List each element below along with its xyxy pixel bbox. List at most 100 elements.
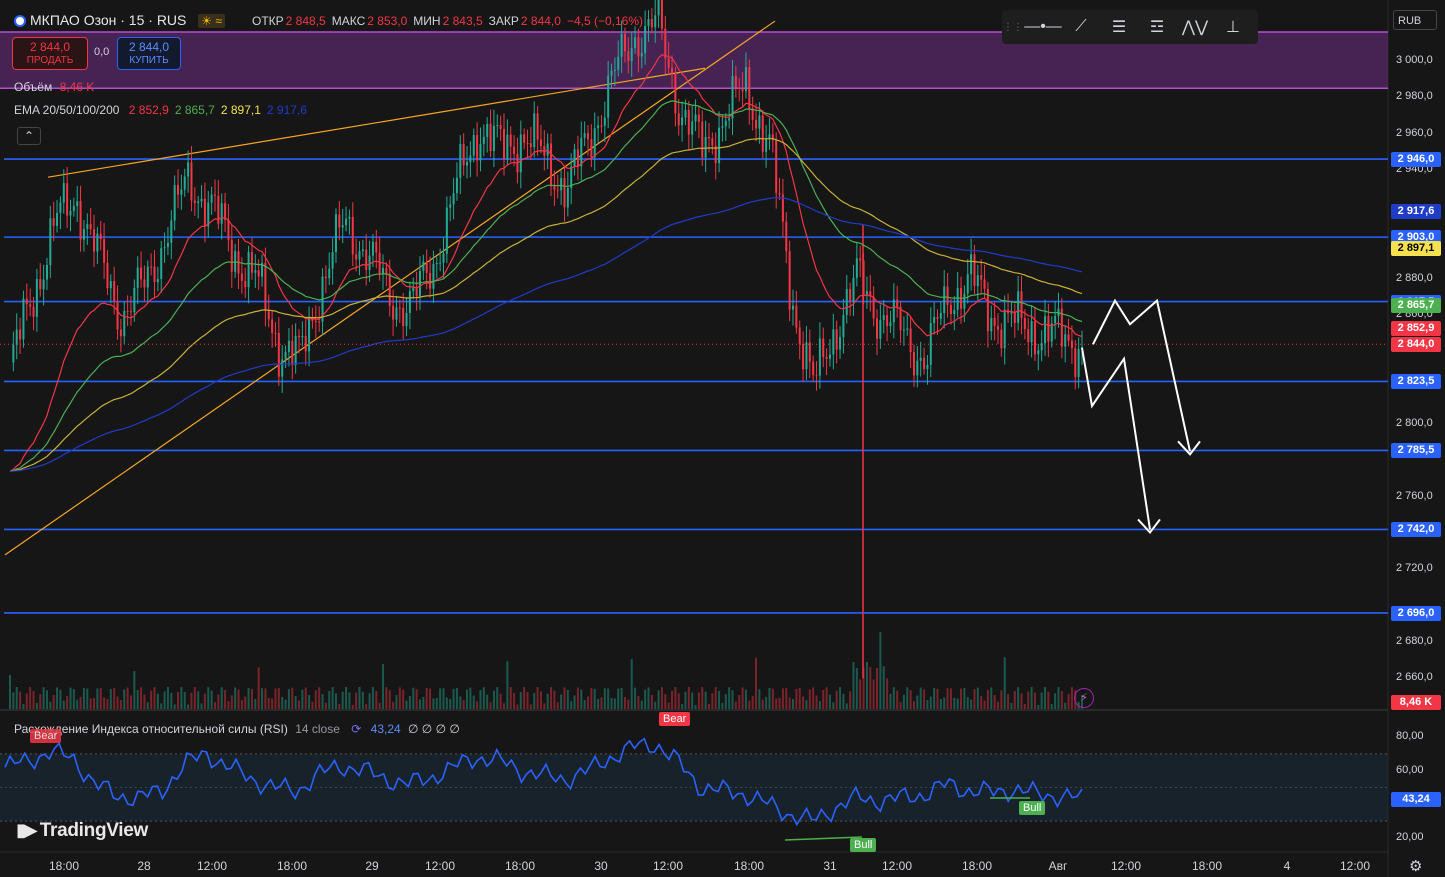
- candle-body[interactable]: [839, 337, 842, 350]
- candle-body[interactable]: [741, 87, 744, 92]
- candle-body[interactable]: [560, 178, 563, 191]
- candle-body[interactable]: [758, 115, 761, 129]
- candle-body[interactable]: [1037, 350, 1040, 355]
- candle-body[interactable]: [502, 129, 506, 160]
- pattern-icon[interactable]: ⋀⋁: [1176, 12, 1214, 42]
- rsi-legend[interactable]: Расхождение Индекса относительной силы (…: [14, 722, 460, 736]
- candle-body[interactable]: [842, 314, 845, 338]
- candle-body[interactable]: [150, 266, 153, 268]
- candle-body[interactable]: [660, 0, 663, 29]
- candle-body[interactable]: [617, 56, 620, 70]
- candle-body[interactable]: [556, 189, 559, 191]
- price-badge[interactable]: 2 897,1: [1391, 240, 1441, 256]
- tradingview-logo[interactable]: ▮▶ TradingView: [16, 820, 148, 842]
- candle-body[interactable]: [177, 185, 180, 195]
- candle-body[interactable]: [761, 115, 764, 152]
- candle-body[interactable]: [909, 328, 912, 353]
- candle-body[interactable]: [650, 19, 653, 28]
- candle-body[interactable]: [674, 73, 677, 114]
- candle-body[interactable]: [845, 289, 848, 315]
- candle-body[interactable]: [707, 136, 710, 139]
- candle-body[interactable]: [872, 296, 875, 319]
- candle-body[interactable]: [798, 327, 801, 344]
- candle-body[interactable]: [832, 329, 835, 355]
- candle-body[interactable]: [301, 335, 304, 338]
- candle-body[interactable]: [39, 279, 42, 290]
- candle-body[interactable]: [351, 216, 354, 255]
- candle-body[interactable]: [415, 287, 418, 296]
- candle-body[interactable]: [990, 317, 993, 332]
- candle-body[interactable]: [822, 338, 825, 357]
- candle-body[interactable]: [264, 262, 267, 311]
- rsi-value-badge[interactable]: 43,24: [1391, 791, 1441, 807]
- trend-line-icon[interactable]: ⟋: [1062, 12, 1100, 42]
- candle-body[interactable]: [402, 307, 405, 327]
- candle-body[interactable]: [166, 242, 169, 248]
- candle-body[interactable]: [701, 121, 704, 158]
- candle-body[interactable]: [563, 178, 566, 208]
- candle-body[interactable]: [472, 135, 475, 156]
- candle-body[interactable]: [963, 293, 966, 309]
- candle-body[interactable]: [721, 126, 724, 128]
- candle-body[interactable]: [550, 143, 553, 187]
- candle-body[interactable]: [287, 340, 290, 353]
- candle-body[interactable]: [929, 323, 932, 365]
- candle-body[interactable]: [304, 335, 307, 352]
- candle-body[interactable]: [580, 137, 583, 167]
- candle-body[interactable]: [855, 258, 858, 278]
- candle-body[interactable]: [1044, 316, 1047, 344]
- candle-body[interactable]: [361, 249, 364, 252]
- candle-body[interactable]: [597, 125, 600, 129]
- candle-body[interactable]: [22, 298, 25, 340]
- candle-body[interactable]: [324, 276, 327, 279]
- candle-body[interactable]: [227, 219, 230, 240]
- candle-body[interactable]: [788, 251, 791, 310]
- horizontal-line-icon[interactable]: —•—: [1024, 12, 1062, 42]
- candle-body[interactable]: [429, 272, 432, 289]
- candle-body[interactable]: [671, 67, 674, 74]
- candle-body[interactable]: [1023, 317, 1026, 330]
- candle-body[interactable]: [1000, 329, 1003, 349]
- candle-body[interactable]: [405, 312, 408, 327]
- candle-body[interactable]: [859, 258, 862, 261]
- candle-body[interactable]: [802, 343, 805, 370]
- candle-body[interactable]: [331, 252, 334, 269]
- candle-body[interactable]: [197, 201, 200, 203]
- candle-body[interactable]: [297, 335, 301, 338]
- candle-body[interactable]: [445, 207, 448, 254]
- candle-body[interactable]: [230, 239, 233, 272]
- candle-body[interactable]: [358, 251, 361, 260]
- candle-body[interactable]: [630, 48, 633, 62]
- price-badge[interactable]: 2 785,5: [1391, 443, 1441, 459]
- candle-body[interactable]: [15, 329, 18, 346]
- candle-body[interactable]: [634, 37, 637, 49]
- candle-body[interactable]: [778, 192, 781, 195]
- price-badge[interactable]: 2 852,9: [1391, 321, 1441, 337]
- candle-body[interactable]: [180, 189, 183, 195]
- candle-body[interactable]: [795, 305, 798, 328]
- candle-body[interactable]: [32, 306, 35, 317]
- candle-body[interactable]: [338, 214, 341, 228]
- price-badge[interactable]: 2 917,6: [1391, 203, 1441, 219]
- price-badge[interactable]: 2 844,0: [1391, 337, 1441, 353]
- candle-body[interactable]: [123, 310, 126, 337]
- candle-body[interactable]: [42, 279, 45, 290]
- candle-body[interactable]: [1013, 312, 1016, 323]
- candle-body[interactable]: [1003, 309, 1006, 349]
- candle-body[interactable]: [267, 310, 270, 320]
- candle-body[interactable]: [213, 194, 216, 196]
- candle-body[interactable]: [983, 279, 986, 289]
- candle-body[interactable]: [506, 134, 509, 160]
- candle-body[interactable]: [66, 183, 69, 216]
- candle-body[interactable]: [257, 270, 260, 277]
- candle-body[interactable]: [89, 224, 92, 230]
- candle-body[interactable]: [711, 138, 714, 146]
- candle-body[interactable]: [449, 204, 452, 208]
- candle-body[interactable]: [153, 266, 156, 282]
- candle-body[interactable]: [513, 146, 516, 154]
- rsi-bull-marker[interactable]: Bull: [850, 838, 877, 852]
- candle-body[interactable]: [479, 143, 482, 161]
- candle-body[interactable]: [882, 315, 885, 321]
- candle-body[interactable]: [1054, 315, 1057, 324]
- ema-legend[interactable]: EMA 20/50/100/200 2 852,9 2 865,7 2 897,1 2…: [14, 103, 307, 117]
